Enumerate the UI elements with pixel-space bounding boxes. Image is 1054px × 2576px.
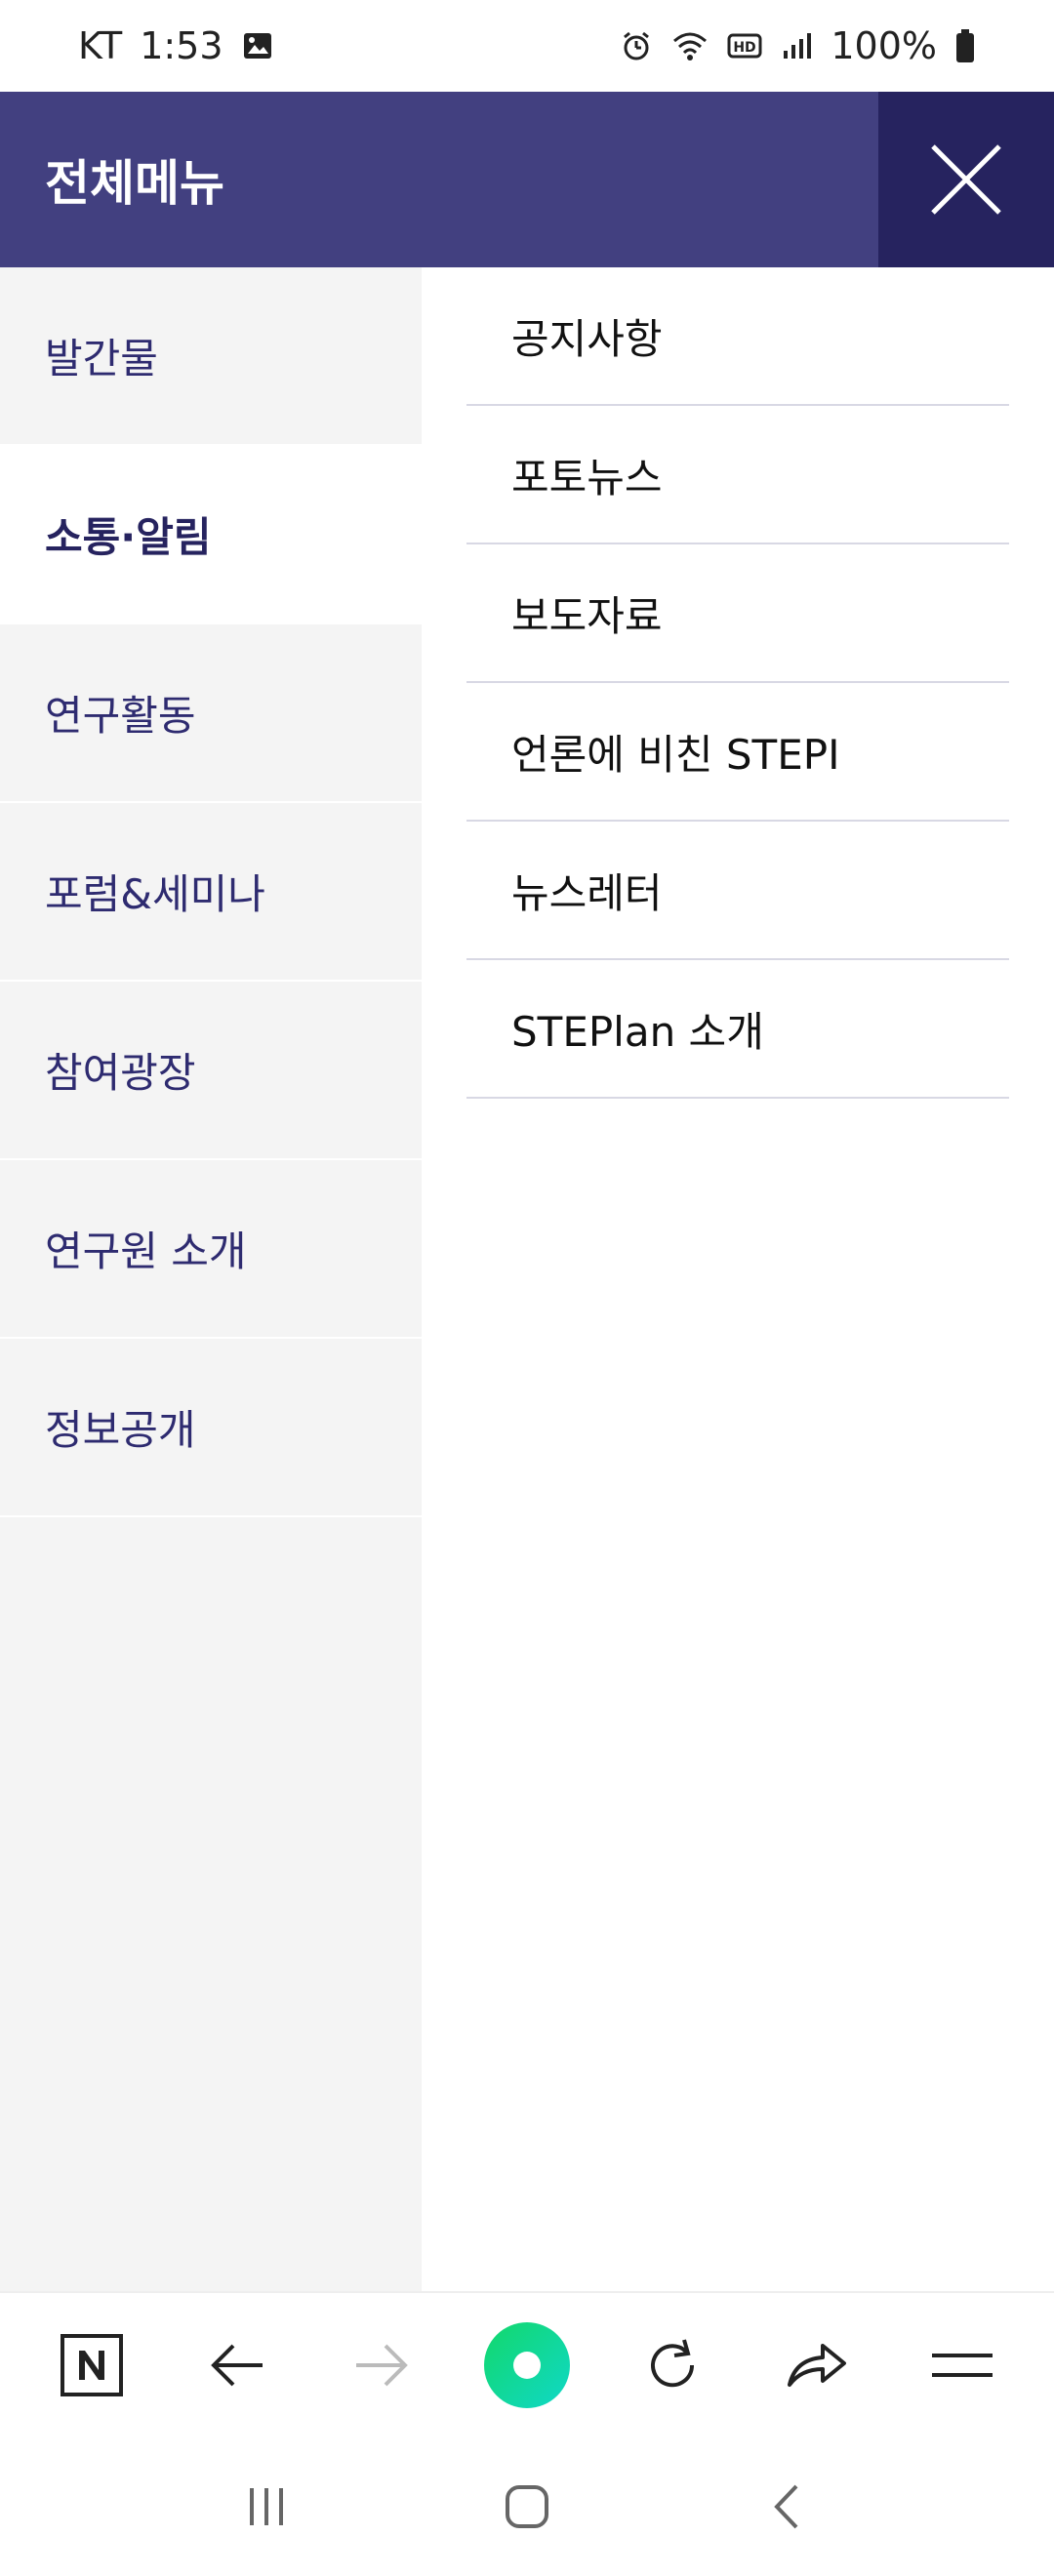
- category-item-participation[interactable]: 참여광장: [0, 982, 422, 1160]
- submenu-item-photo-news[interactable]: 포토뉴스: [466, 406, 1009, 544]
- green-dot-button[interactable]: [478, 2316, 576, 2414]
- alarm-icon: [620, 29, 653, 62]
- status-left: KT 1:53: [78, 24, 274, 67]
- close-icon: [931, 144, 1001, 215]
- recent-apps-icon: [250, 2488, 284, 2525]
- back-icon: [773, 2484, 798, 2529]
- category-label: 참여광장: [45, 1049, 196, 1097]
- close-button[interactable]: [878, 92, 1054, 267]
- menu-body: 발간물 소통·알림 연구활동 포럼&세미나 참여광장 연구원 소개 정보공개 공…: [0, 267, 1054, 2291]
- submenu-item-steplan[interactable]: STEPlan 소개: [466, 960, 1009, 1099]
- category-label: 소통·알림: [45, 513, 212, 561]
- signal-icon: [780, 29, 813, 62]
- submenu-label: STEPlan 소개: [511, 1007, 764, 1056]
- time-label: 1:53: [140, 24, 223, 67]
- forward-button[interactable]: [333, 2316, 430, 2414]
- menu-header: 전체메뉴: [0, 92, 1054, 267]
- category-label: 정보공개: [45, 1406, 196, 1454]
- system-back-button[interactable]: [739, 2458, 836, 2556]
- category-item-communication[interactable]: 소통·알림: [0, 446, 422, 624]
- green-dot-icon: [483, 2322, 570, 2408]
- battery-label: 100%: [831, 24, 937, 67]
- submenu-label: 보도자료: [511, 591, 663, 640]
- refresh-icon: [650, 2339, 694, 2388]
- status-bar: KT 1:53 HD 100%: [0, 0, 1054, 92]
- submenu-label: 언론에 비친 STEPI: [511, 730, 840, 779]
- recent-apps-button[interactable]: [218, 2458, 315, 2556]
- back-arrow-icon: [211, 2344, 263, 2387]
- refresh-button[interactable]: [624, 2316, 721, 2414]
- category-item-publications[interactable]: 발간물: [0, 267, 422, 446]
- category-item-about[interactable]: 연구원 소개: [0, 1160, 422, 1339]
- submenu-list: 공지사항 포토뉴스 보도자료 언론에 비친 STEPI 뉴스레터 STEPlan…: [422, 267, 1054, 2291]
- status-right: HD 100%: [620, 24, 976, 67]
- wifi-icon: [670, 29, 709, 62]
- category-item-forum-seminar[interactable]: 포럼&세미나: [0, 803, 422, 982]
- system-nav-bar: [0, 2437, 1054, 2576]
- submenu-item-press-release[interactable]: 보도자료: [466, 544, 1009, 683]
- menu-title: 전체메뉴: [45, 155, 224, 212]
- menu-icon: [931, 2354, 993, 2377]
- submenu-item-notice[interactable]: 공지사항: [466, 267, 1009, 406]
- category-label: 연구원 소개: [45, 1228, 247, 1275]
- svg-text:HD: HD: [734, 40, 756, 56]
- category-item-disclosure[interactable]: 정보공개: [0, 1339, 422, 1517]
- hd-icon: HD: [727, 31, 762, 60]
- browser-toolbar: [0, 2291, 1054, 2437]
- naver-home-icon: [61, 2334, 124, 2396]
- category-item-research[interactable]: 연구활동: [0, 624, 422, 803]
- submenu-item-in-the-media[interactable]: 언론에 비친 STEPI: [466, 683, 1009, 822]
- home-icon: [505, 2485, 548, 2528]
- share-button[interactable]: [768, 2316, 866, 2414]
- submenu-label: 뉴스레터: [511, 868, 663, 917]
- naver-home-button[interactable]: [43, 2316, 141, 2414]
- submenu-item-newsletter[interactable]: 뉴스레터: [466, 822, 1009, 960]
- forward-arrow-icon: [356, 2344, 409, 2387]
- battery-icon: [954, 28, 976, 63]
- category-label: 연구활동: [45, 692, 196, 740]
- category-label: 발간물: [45, 335, 158, 382]
- gallery-icon: [241, 29, 274, 62]
- category-label: 포럼&세미나: [45, 870, 265, 918]
- back-button[interactable]: [188, 2316, 286, 2414]
- submenu-label: 포토뉴스: [511, 453, 663, 502]
- browser-menu-button[interactable]: [913, 2316, 1011, 2414]
- category-list: 발간물 소통·알림 연구활동 포럼&세미나 참여광장 연구원 소개 정보공개: [0, 267, 422, 2291]
- share-icon: [788, 2344, 847, 2387]
- carrier-label: KT: [78, 24, 123, 67]
- menu-title-bar: 전체메뉴: [0, 92, 878, 267]
- submenu-label: 공지사항: [511, 314, 663, 363]
- home-button[interactable]: [478, 2458, 576, 2556]
